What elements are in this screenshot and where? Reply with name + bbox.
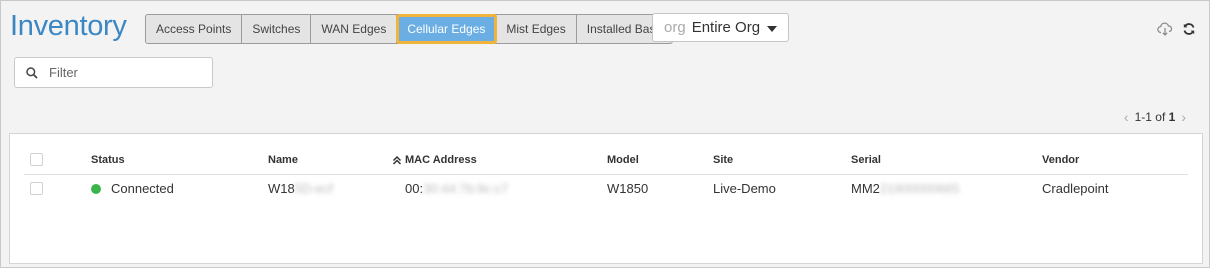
page-title: Inventory: [10, 10, 127, 42]
name-text: W18: [268, 181, 295, 196]
chevron-left-icon[interactable]: ‹: [1124, 109, 1129, 125]
page-total: 1: [1168, 110, 1176, 124]
tab-access-points[interactable]: Access Points: [146, 15, 243, 43]
chevron-down-icon: [767, 26, 777, 32]
cloud-download-icon[interactable]: [1157, 21, 1173, 37]
mac-redacted: 30:44:7b:9c:c7: [423, 181, 509, 196]
mac-text: 00:: [405, 181, 424, 196]
status-cell: Connected: [91, 175, 174, 203]
name-redacted: 5D-ecf: [294, 181, 334, 196]
serial-cell: MM221900000665: [851, 175, 959, 203]
row-checkbox[interactable]: [30, 182, 43, 195]
column-header-serial[interactable]: Serial: [851, 146, 881, 174]
mac-cell: 00:30:44:7b:9c:c7: [405, 175, 508, 203]
filter-box: [14, 57, 213, 88]
vendor-cell: Cradlepoint: [1042, 181, 1109, 196]
tab-switches[interactable]: Switches: [242, 15, 312, 43]
refresh-icon[interactable]: [1181, 21, 1197, 37]
page-range: 1-1: [1134, 110, 1152, 124]
org-prefix-label: org: [664, 19, 686, 36]
status-text: Connected: [111, 181, 174, 196]
serial-redacted: 21900000665: [879, 181, 960, 196]
filter-input[interactable]: [47, 64, 201, 81]
column-header-status[interactable]: Status: [91, 146, 125, 174]
name-cell[interactable]: W185D-ecf: [268, 175, 333, 203]
connected-status-dot: [91, 183, 101, 194]
chevron-right-icon[interactable]: ›: [1181, 109, 1186, 125]
page-of-label: of: [1155, 110, 1166, 124]
tab-wan-edges[interactable]: WAN Edges: [311, 15, 398, 43]
tab-cellular-edges[interactable]: Cellular Edges: [396, 14, 498, 44]
table-header-row: Status Name MAC Address Model Site Seria…: [24, 146, 1188, 175]
org-scope-dropdown[interactable]: org Entire Org: [652, 13, 789, 42]
sort-ascending-icon[interactable]: [392, 146, 402, 174]
pagination: ‹ 1-1 of 1 ›: [1118, 109, 1192, 125]
column-header-vendor[interactable]: Vendor: [1042, 146, 1079, 174]
tab-mist-edges[interactable]: Mist Edges: [496, 15, 577, 43]
column-header-mac-address[interactable]: MAC Address: [405, 146, 477, 174]
model-cell: W1850: [607, 181, 649, 196]
search-icon: [25, 66, 39, 80]
org-scope-value: Entire Org: [691, 19, 761, 36]
select-all-checkbox[interactable]: [30, 153, 43, 166]
column-header-model[interactable]: Model: [607, 146, 639, 174]
inventory-table: Status Name MAC Address Model Site Seria…: [9, 133, 1203, 264]
table-row[interactable]: Connected W185D-ecf 00:30:44:7b:9c:c7 W1…: [24, 175, 1188, 203]
serial-text: MM2: [851, 181, 880, 196]
column-header-site[interactable]: Site: [713, 146, 733, 174]
site-cell[interactable]: Live-Demo: [713, 175, 776, 203]
column-header-name[interactable]: Name: [268, 146, 298, 174]
device-type-tabs: Access Points Switches WAN Edges Cellula…: [145, 14, 674, 44]
